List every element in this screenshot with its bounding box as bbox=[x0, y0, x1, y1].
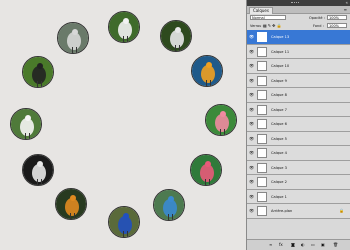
visibility-eye-icon[interactable]: 👁 bbox=[249, 180, 254, 184]
panel-bottom-bar: ∞ fx ◙ ◐ ▭ ▣ 🗑 bbox=[247, 239, 350, 250]
layer-thumbnail bbox=[257, 32, 267, 42]
layer-row[interactable]: 👁 Arrière-plan 🔒 bbox=[247, 204, 350, 219]
layer-row[interactable]: 👁 Calque 4 bbox=[247, 146, 350, 161]
layer-name[interactable]: Calque 5 bbox=[271, 136, 287, 142]
bird-photo-circle bbox=[190, 154, 222, 186]
background-lock-icon: 🔒 bbox=[339, 208, 344, 213]
layer-name[interactable]: Arrière-plan bbox=[271, 208, 292, 214]
bird-photo-circle bbox=[108, 206, 140, 238]
layer-name[interactable]: Calque 2 bbox=[271, 179, 287, 185]
bird-photo-circle bbox=[160, 20, 192, 52]
visibility-eye-icon[interactable]: 👁 bbox=[249, 35, 254, 39]
layer-thumbnail bbox=[257, 75, 267, 86]
visibility-eye-icon[interactable]: 👁 bbox=[249, 64, 254, 68]
adjustment-icon[interactable]: ◐ bbox=[301, 240, 305, 250]
visibility-eye-icon[interactable]: 👁 bbox=[249, 194, 254, 198]
lock-all-icon[interactable]: 🔒 bbox=[277, 23, 283, 28]
bird-photo-circle bbox=[55, 188, 87, 220]
link-icon[interactable]: ∞ bbox=[269, 240, 272, 250]
bird-photo-circle bbox=[153, 189, 185, 221]
layer-thumbnail bbox=[257, 162, 267, 173]
layer-thumbnail bbox=[257, 206, 267, 216]
layer-name[interactable]: Calque 11 bbox=[271, 49, 289, 55]
blend-row: Normal Opacité : 100% bbox=[247, 14, 350, 22]
bird-photo-circle bbox=[57, 22, 89, 54]
visibility-eye-icon[interactable]: 👁 bbox=[249, 165, 254, 169]
layer-row[interactable]: 👁 Calque 1 bbox=[247, 189, 350, 204]
layers-panel: « Calques ≡ Normal Opacité : 100% Verrou… bbox=[246, 0, 350, 250]
document-canvas[interactable] bbox=[0, 0, 246, 250]
visibility-eye-icon[interactable]: 👁 bbox=[249, 93, 254, 97]
bird-photo-circle bbox=[10, 108, 42, 140]
layer-row[interactable]: 👁 Calque 6 bbox=[247, 117, 350, 132]
bird-photo-circle bbox=[22, 154, 54, 186]
visibility-eye-icon[interactable]: 👁 bbox=[249, 122, 254, 126]
layer-thumbnail bbox=[257, 46, 267, 57]
fx-icon[interactable]: fx bbox=[279, 240, 283, 250]
opacity-field[interactable]: 100% bbox=[327, 15, 347, 20]
bird-photo-circle bbox=[22, 56, 54, 88]
layer-name[interactable]: Calque 1 bbox=[271, 194, 287, 200]
blend-mode-select[interactable]: Normal bbox=[250, 15, 286, 20]
layer-name[interactable]: Calque 10 bbox=[271, 63, 289, 69]
layer-list: 👁 Calque 13 👁 Calque 11 👁 Calque 10 👁 Calque 9 👁… bbox=[247, 30, 350, 219]
new-layer-icon[interactable]: ▣ bbox=[321, 240, 325, 250]
panel-tab-row: Calques ≡ bbox=[247, 6, 350, 14]
bird-photo-circle bbox=[191, 55, 223, 87]
tab-layers[interactable]: Calques bbox=[249, 7, 273, 14]
visibility-eye-icon[interactable]: 👁 bbox=[249, 209, 254, 213]
visibility-eye-icon[interactable]: 👁 bbox=[249, 151, 254, 155]
group-icon[interactable]: ▭ bbox=[311, 240, 315, 250]
layer-row[interactable]: 👁 Calque 9 bbox=[247, 73, 350, 88]
fill-field[interactable]: 100% bbox=[327, 23, 347, 28]
fill-label: Fond : bbox=[313, 24, 324, 28]
layer-row[interactable]: 👁 Calque 7 bbox=[247, 102, 350, 117]
panel-menu-icon[interactable]: ≡ bbox=[344, 7, 347, 12]
layer-row[interactable]: 👁 Calque 8 bbox=[247, 88, 350, 103]
layer-row[interactable]: 👁 Calque 10 bbox=[247, 59, 350, 74]
lock-row: Verrou : ▦✎✥🔒 Fond : 100% bbox=[247, 22, 350, 30]
visibility-eye-icon[interactable]: 👁 bbox=[249, 78, 254, 82]
lock-label: Verrou : bbox=[250, 24, 264, 28]
layer-thumbnail bbox=[257, 191, 267, 202]
lock-icons[interactable]: ▦✎✥🔒 bbox=[263, 24, 282, 28]
layer-thumbnail bbox=[257, 61, 267, 71]
layer-name[interactable]: Calque 3 bbox=[271, 165, 287, 171]
layer-name[interactable]: Calque 9 bbox=[271, 78, 287, 84]
visibility-eye-icon[interactable]: 👁 bbox=[249, 136, 254, 140]
layer-name[interactable]: Calque 13 bbox=[271, 34, 289, 40]
layer-name[interactable]: Calque 4 bbox=[271, 150, 287, 156]
layer-thumbnail bbox=[257, 133, 267, 144]
layer-row[interactable]: 👁 Calque 13 bbox=[247, 30, 350, 45]
mask-icon[interactable]: ◙ bbox=[291, 240, 295, 250]
layer-thumbnail bbox=[257, 177, 267, 187]
opacity-label: Opacité : bbox=[309, 16, 325, 20]
visibility-eye-icon[interactable]: 👁 bbox=[249, 107, 254, 111]
layer-thumbnail bbox=[257, 148, 267, 158]
layer-thumbnail bbox=[257, 119, 267, 129]
layer-row[interactable]: 👁 Calque 3 bbox=[247, 160, 350, 175]
layer-row[interactable]: 👁 Calque 5 bbox=[247, 131, 350, 146]
trash-icon[interactable]: 🗑 bbox=[333, 240, 338, 250]
layer-name[interactable]: Calque 7 bbox=[271, 107, 287, 113]
visibility-eye-icon[interactable]: 👁 bbox=[249, 49, 254, 53]
layer-thumbnail bbox=[257, 104, 267, 115]
layer-name[interactable]: Calque 6 bbox=[271, 121, 287, 127]
layer-row[interactable]: 👁 Calque 2 bbox=[247, 175, 350, 190]
layer-name[interactable]: Calque 8 bbox=[271, 92, 287, 98]
bird-photo-circle bbox=[108, 11, 140, 43]
collapse-icon[interactable]: « bbox=[346, 1, 348, 5]
bird-photo-circle bbox=[205, 104, 237, 136]
layer-row[interactable]: 👁 Calque 11 bbox=[247, 44, 350, 59]
drag-grip[interactable] bbox=[291, 2, 299, 4]
layer-thumbnail bbox=[257, 90, 267, 100]
